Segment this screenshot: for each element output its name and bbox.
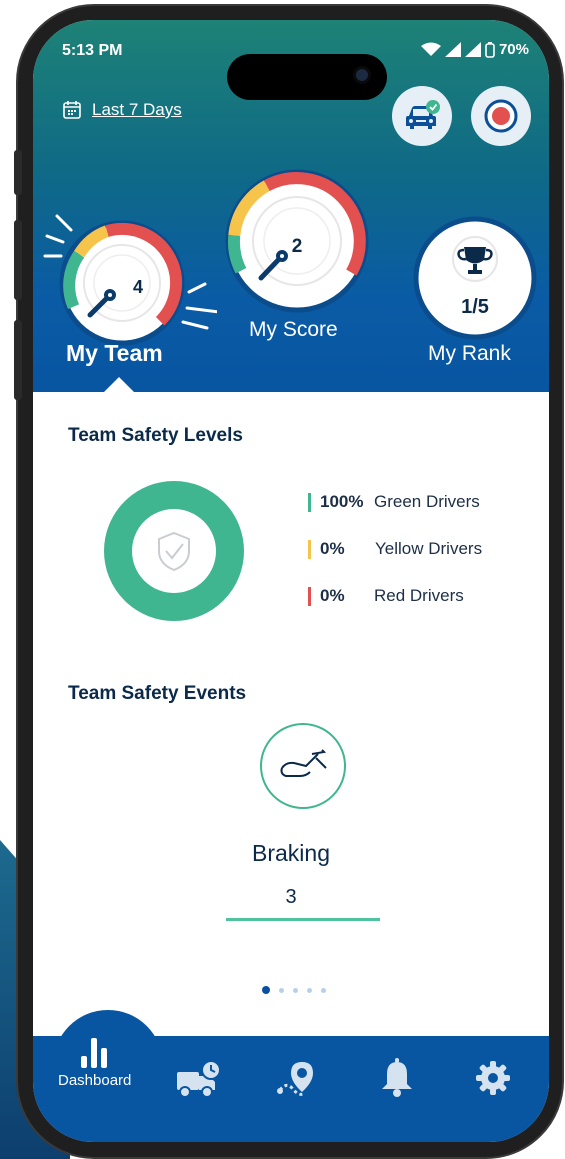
record-button[interactable] [471, 86, 531, 146]
team-spark-line [55, 214, 73, 232]
event-name: Braking [252, 840, 330, 866]
front-camera [353, 66, 371, 84]
car-check-icon [406, 100, 440, 129]
event-underline [226, 918, 380, 921]
legend-yellow-swatch [308, 539, 311, 559]
status-icons: 70% [420, 41, 529, 58]
page-dot-3[interactable] [293, 987, 298, 993]
legend-green-pct: 100% [320, 492, 364, 511]
legend-green-swatch [308, 492, 311, 512]
my-rank-label: My Rank [428, 342, 511, 365]
legend-yellow-pct: 0% [320, 539, 345, 558]
brake-pedal-icon [280, 749, 327, 777]
team-spark-line [185, 306, 217, 314]
phone-volume-down-button [14, 320, 22, 400]
legend-red-label: Red Drivers [374, 586, 464, 605]
braking-event-button[interactable] [260, 723, 346, 809]
phone-volume-up-button [14, 220, 22, 300]
tab-dashboard-label: Dashboard [58, 1072, 132, 1089]
legend-yellow-label: Yellow Drivers [375, 539, 483, 558]
my-score-value: 2 [292, 236, 303, 257]
date-range-filter[interactable]: Last 7 Days [62, 100, 182, 120]
my-score-gauge[interactable]: 2 [224, 168, 370, 314]
route-pin-icon [277, 1062, 313, 1096]
tab-dashboard[interactable]: Dashboard [58, 1036, 131, 1089]
my-rank-badge[interactable]: 1/5 [412, 215, 538, 341]
my-team-score: 4 [133, 277, 143, 297]
truck-clock-icon [177, 1060, 221, 1098]
tab-settings[interactable] [473, 1058, 513, 1098]
legend-red-swatch [308, 586, 311, 606]
dashboard-header: 5:13 PM 70% Last 7 Days 4 My Team 2 My S… [33, 20, 549, 392]
my-team-gauge[interactable]: 4 [37, 206, 217, 346]
date-range-label: Last 7 Days [92, 100, 182, 119]
my-score-label: My Score [249, 318, 338, 341]
page-dot-4[interactable] [307, 987, 312, 993]
events-pagination[interactable] [262, 986, 326, 994]
battery-percent: 70% [498, 41, 529, 58]
calendar-icon [63, 101, 81, 119]
status-time: 5:13 PM [62, 42, 123, 59]
signal-icon [444, 42, 461, 57]
team-safety-levels-title: Team Safety Levels [68, 425, 243, 446]
page-dot-5[interactable] [321, 987, 326, 993]
my-team-label: My Team [66, 340, 163, 366]
team-spark-line [45, 234, 65, 244]
legend-red-drivers: 0% Red Drivers [308, 586, 464, 606]
page-dot-1[interactable] [262, 986, 270, 994]
bell-icon [382, 1058, 412, 1097]
record-icon [484, 99, 518, 133]
signal-icon-2 [464, 42, 481, 57]
bar-chart-icon [80, 1038, 107, 1068]
tab-notifications[interactable] [378, 1058, 416, 1098]
safety-levels-donut [104, 481, 244, 621]
donut-green-slice [104, 481, 244, 621]
wifi-icon [420, 42, 441, 56]
shield-check-icon [158, 531, 190, 572]
vehicle-status-button[interactable] [392, 86, 452, 146]
app-screen: 5:13 PM 70% Last 7 Days 4 My Team 2 My S… [33, 20, 549, 1142]
phone-mute-switch [14, 150, 22, 195]
my-rank-value: 1/5 [461, 296, 489, 318]
team-spark-line [187, 282, 207, 294]
team-spark-line [181, 320, 209, 330]
legend-yellow-drivers: 0% Yellow Drivers [308, 539, 482, 559]
team-safety-events-title: Team Safety Events [68, 683, 247, 704]
gear-icon [476, 1061, 510, 1095]
tab-routes[interactable] [276, 1060, 320, 1100]
legend-red-pct: 0% [320, 586, 345, 605]
legend-green-label: Green Drivers [374, 492, 480, 511]
tab-trips[interactable] [175, 1060, 223, 1100]
page-dot-2[interactable] [279, 987, 284, 993]
selected-tab-caret [104, 377, 134, 392]
legend-green-drivers: 100% Green Drivers [308, 492, 480, 512]
battery-icon [485, 41, 495, 58]
event-count: 3 [285, 886, 297, 908]
